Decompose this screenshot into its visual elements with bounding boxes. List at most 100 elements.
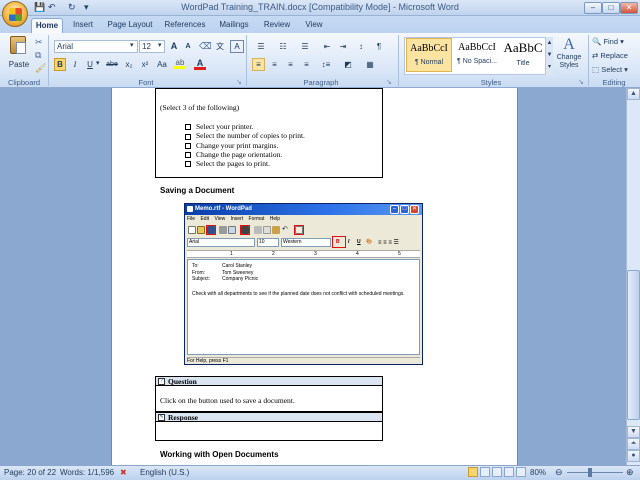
- previous-page-button[interactable]: ⏶: [627, 438, 640, 450]
- date-time-icon: [295, 226, 303, 234]
- checkbox[interactable]: [185, 161, 191, 168]
- line-spacing-icon[interactable]: ↕≡: [318, 58, 334, 71]
- scroll-down-button[interactable]: ▼: [627, 426, 640, 438]
- checkbox[interactable]: [185, 142, 191, 149]
- draft-view-icon[interactable]: [516, 467, 526, 477]
- ruler-mark: 1: [230, 251, 233, 257]
- save-icon[interactable]: 💾: [34, 2, 45, 14]
- superscript-button[interactable]: x²: [138, 58, 152, 71]
- undo-icon[interactable]: ↶: [48, 2, 56, 14]
- multilevel-list-icon[interactable]: ☰: [296, 40, 314, 53]
- ruler-mark: 3: [314, 251, 317, 257]
- zoom-in-button[interactable]: ⊕: [626, 467, 634, 478]
- tab-review[interactable]: Review: [260, 18, 294, 33]
- style-normal[interactable]: AaBbCcI ¶ Normal: [406, 38, 452, 72]
- maximize-button[interactable]: □: [602, 2, 620, 14]
- minimize-button[interactable]: –: [584, 2, 602, 14]
- view-buttons: [468, 467, 526, 478]
- font-dialog-launcher-icon[interactable]: ↘: [236, 78, 242, 86]
- change-styles-button[interactable]: A Change Styles: [556, 36, 582, 76]
- zoom-slider-thumb[interactable]: [588, 468, 592, 477]
- customize-qat-icon[interactable]: ▾: [84, 2, 89, 14]
- full-screen-view-icon[interactable]: [480, 467, 490, 477]
- response-field[interactable]: [157, 423, 381, 440]
- checkbox[interactable]: [185, 133, 191, 140]
- shading-icon[interactable]: ◩: [340, 58, 356, 71]
- style-title[interactable]: AaBbC Title: [500, 38, 546, 72]
- styles-scroll[interactable]: ▲ ▼ ▾: [545, 37, 553, 75]
- cut-icon[interactable]: ✂: [35, 37, 43, 48]
- web-layout-view-icon[interactable]: [492, 467, 502, 477]
- tab-page-layout[interactable]: Page Layout: [104, 18, 156, 33]
- highlight-button[interactable]: ab: [174, 58, 186, 71]
- choice-item[interactable]: Select the pages to print.: [185, 159, 305, 168]
- font-name-box[interactable]: Arial: [54, 40, 138, 53]
- align-left-icon[interactable]: ≡: [252, 58, 265, 71]
- checkbox[interactable]: [185, 124, 191, 131]
- zoom-slider[interactable]: [567, 472, 623, 473]
- show-hide-button[interactable]: ¶: [372, 40, 386, 53]
- style-no-spacing[interactable]: AaBbCcI ¶ No Spaci...: [454, 38, 500, 72]
- change-case-button[interactable]: Aa: [154, 58, 170, 71]
- font-color-button[interactable]: A: [194, 58, 206, 71]
- print-layout-view-icon[interactable]: [468, 467, 478, 477]
- tab-insert[interactable]: Insert: [68, 18, 98, 33]
- styles-dialog-launcher-icon[interactable]: ↘: [578, 78, 584, 86]
- ruler-mark: 4: [356, 251, 359, 257]
- wordpad-app-icon: [187, 206, 193, 212]
- shrink-font-button[interactable]: A: [182, 40, 194, 53]
- select-button[interactable]: ⬚ Select ▾: [592, 65, 638, 77]
- status-words[interactable]: Words: 1/1,596: [60, 467, 114, 478]
- tab-references[interactable]: References: [162, 18, 208, 33]
- character-border-button[interactable]: A: [230, 40, 244, 53]
- underline-dropdown-icon[interactable]: ▾: [96, 59, 100, 67]
- outline-view-icon[interactable]: [504, 467, 514, 477]
- style-preview: AaBbCcI: [410, 43, 448, 54]
- tab-view[interactable]: View: [300, 18, 328, 33]
- align-right-icon[interactable]: ≡: [284, 58, 297, 71]
- format-painter-icon[interactable]: 🖌: [35, 63, 46, 74]
- select-browse-object-button[interactable]: ●: [627, 450, 640, 462]
- strikethrough-button[interactable]: abe: [104, 58, 120, 71]
- font-size-dropdown-icon[interactable]: ▾: [158, 41, 162, 49]
- proofing-icon[interactable]: ✖: [120, 467, 127, 478]
- paste-button[interactable]: [6, 36, 30, 62]
- choice-item[interactable]: Select the number of copies to print.: [185, 131, 305, 140]
- scroll-up-button[interactable]: ▲: [627, 88, 640, 100]
- close-button[interactable]: ✕: [620, 2, 638, 14]
- justify-icon[interactable]: ≡: [300, 58, 313, 71]
- decrease-indent-icon[interactable]: ⇤: [320, 40, 334, 53]
- tab-home[interactable]: Home: [31, 18, 63, 33]
- status-page[interactable]: Page: 20 of 22: [4, 467, 56, 478]
- underline-button[interactable]: U: [84, 58, 96, 71]
- choice-item[interactable]: Change the page orientation.: [185, 150, 305, 159]
- office-button[interactable]: [2, 1, 28, 27]
- align-center-icon[interactable]: ≡: [268, 58, 281, 71]
- phonetic-icon[interactable]: 文: [214, 40, 226, 53]
- borders-icon[interactable]: ▦: [362, 58, 378, 71]
- zoom-out-button[interactable]: ⊖: [555, 467, 563, 478]
- redo-icon[interactable]: ↻: [68, 2, 76, 14]
- tab-mailings[interactable]: Mailings: [214, 18, 254, 33]
- numbering-icon[interactable]: ☷: [274, 40, 292, 53]
- copy-icon[interactable]: ⧉: [35, 50, 41, 61]
- checkbox[interactable]: [185, 152, 191, 159]
- choice-item[interactable]: Change your print margins.: [185, 141, 305, 150]
- choice-item[interactable]: Select your printer.: [185, 122, 305, 131]
- zoom-level[interactable]: 80%: [530, 467, 546, 478]
- font-name-dropdown-icon[interactable]: ▾: [130, 41, 134, 49]
- bold-button[interactable]: B: [54, 58, 66, 71]
- paragraph-dialog-launcher-icon[interactable]: ↘: [386, 78, 392, 86]
- find-button[interactable]: 🔍 Find ▾: [592, 37, 638, 49]
- status-language[interactable]: English (U.S.): [140, 467, 189, 478]
- clear-formatting-icon[interactable]: ⌫: [198, 40, 212, 53]
- bullets-icon[interactable]: ☰: [252, 40, 270, 53]
- scroll-thumb[interactable]: [627, 270, 640, 420]
- sort-icon[interactable]: ↕: [354, 40, 368, 53]
- wordpad-toolbar: ↶: [186, 225, 316, 236]
- italic-button[interactable]: I: [69, 58, 81, 71]
- grow-font-button[interactable]: A: [168, 40, 180, 53]
- increase-indent-icon[interactable]: ⇥: [336, 40, 350, 53]
- replace-button[interactable]: ⇄ Replace: [592, 51, 638, 63]
- subscript-button[interactable]: x₂: [122, 58, 136, 71]
